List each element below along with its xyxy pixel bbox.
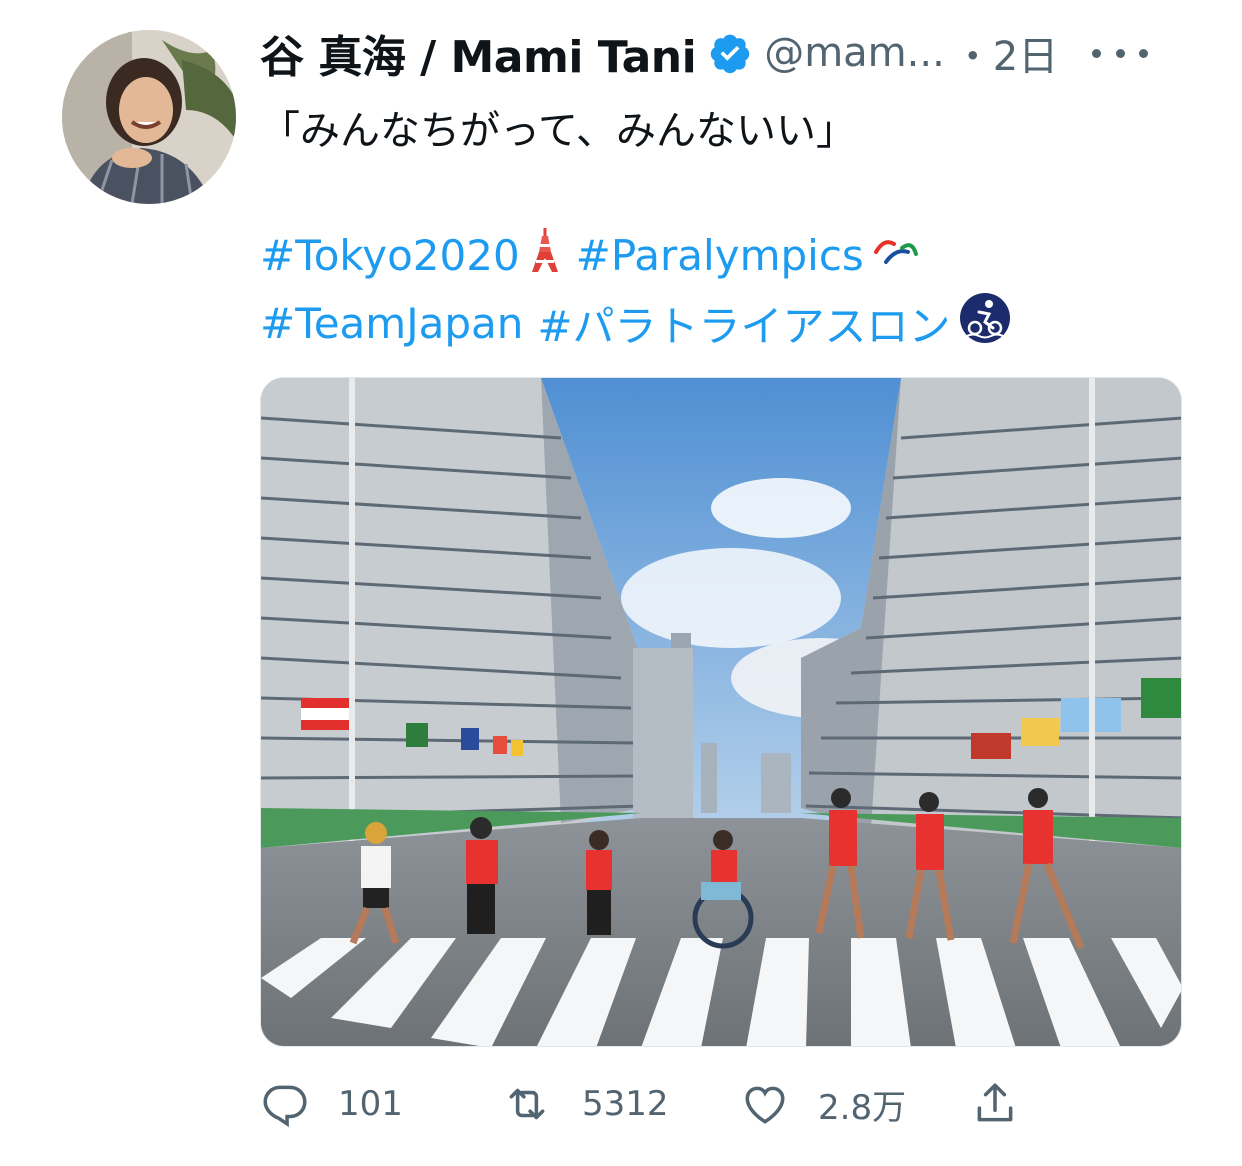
retweet-count: 5312: [582, 1084, 669, 1124]
paralympics-agitos-emoji: [872, 231, 920, 280]
tweet-header: 谷 真海 / Mami Tani @mam... ・2日: [260, 22, 1220, 84]
retweet-button[interactable]: 5312: [500, 1072, 669, 1136]
hashtag-row: #TeamJapan #パラトライアスロン: [260, 292, 1025, 354]
reply-button[interactable]: 101: [260, 1072, 403, 1136]
retweet-icon: [509, 1088, 545, 1120]
hashtag-tokyo2020[interactable]: #Tokyo2020: [260, 231, 520, 280]
hashtag-teamjapan[interactable]: #TeamJapan: [260, 299, 523, 348]
tweet-actions: 101 5312 2.8万: [260, 1072, 1060, 1136]
triathlon-emoji: [959, 292, 1011, 354]
hashtag-paralympics[interactable]: #Paralympics: [576, 231, 864, 280]
like-button[interactable]: 2.8万: [740, 1072, 906, 1136]
tweet-text-line: 「みんなちがって、みんないい」: [260, 108, 856, 154]
reply-icon: [263, 1085, 307, 1128]
verified-badge-icon: [708, 31, 752, 75]
tweet-timestamp[interactable]: ・2日: [953, 24, 1058, 82]
more-options-icon[interactable]: [1092, 33, 1149, 73]
tokyo-tower-emoji: [528, 226, 562, 284]
reply-count: 101: [338, 1084, 403, 1124]
author-name[interactable]: 谷 真海 / Mami Tani: [260, 21, 697, 85]
tweet-photo[interactable]: [260, 377, 1182, 1047]
share-button[interactable]: [970, 1072, 1048, 1136]
like-count: 2.8万: [818, 1087, 907, 1128]
hashtag-row: #Tokyo2020 #Paralympics: [260, 226, 934, 284]
author-avatar[interactable]: [62, 30, 236, 204]
share-icon: [977, 1083, 1013, 1122]
author-handle[interactable]: @mam...: [764, 30, 945, 76]
heart-icon: [745, 1086, 785, 1124]
hashtag-paratriathlon[interactable]: #パラトライアスロン: [537, 293, 950, 354]
